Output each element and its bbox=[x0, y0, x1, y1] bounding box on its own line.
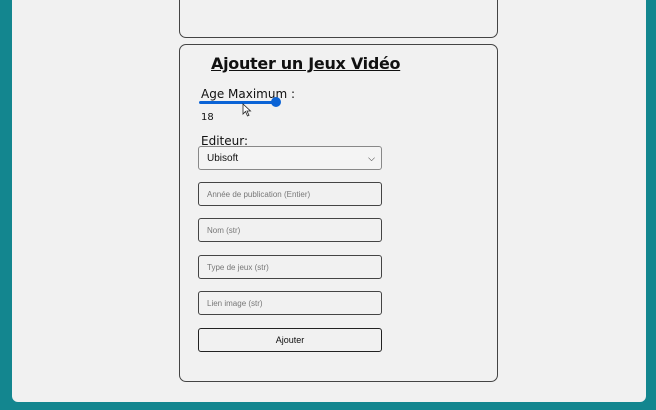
form-title: Ajouter un Jeux Vidéo bbox=[211, 54, 401, 73]
age-max-label: Age Maximum : bbox=[201, 87, 296, 101]
name-input[interactable] bbox=[198, 218, 382, 242]
year-input[interactable] bbox=[198, 182, 382, 206]
add-button[interactable]: Ajouter bbox=[198, 328, 382, 352]
mouse-pointer-icon bbox=[242, 103, 252, 117]
chevron-down-icon: ⌵ bbox=[368, 153, 375, 163]
add-game-form: Ajouter un Jeux Vidéo Age Maximum : 18 E… bbox=[179, 44, 498, 382]
editor-selected-value: Ubisoft bbox=[207, 152, 239, 164]
previous-card bbox=[179, 0, 498, 38]
age-max-value: 18 bbox=[201, 112, 214, 123]
slider-thumb[interactable] bbox=[271, 97, 281, 107]
image-link-input[interactable] bbox=[198, 291, 382, 315]
age-max-slider[interactable] bbox=[199, 97, 281, 107]
game-type-input[interactable] bbox=[198, 255, 382, 279]
page-container: Ajouter un Jeux Vidéo Age Maximum : 18 E… bbox=[12, 0, 646, 402]
editor-select[interactable]: Ubisoft ⌵ bbox=[198, 146, 382, 170]
